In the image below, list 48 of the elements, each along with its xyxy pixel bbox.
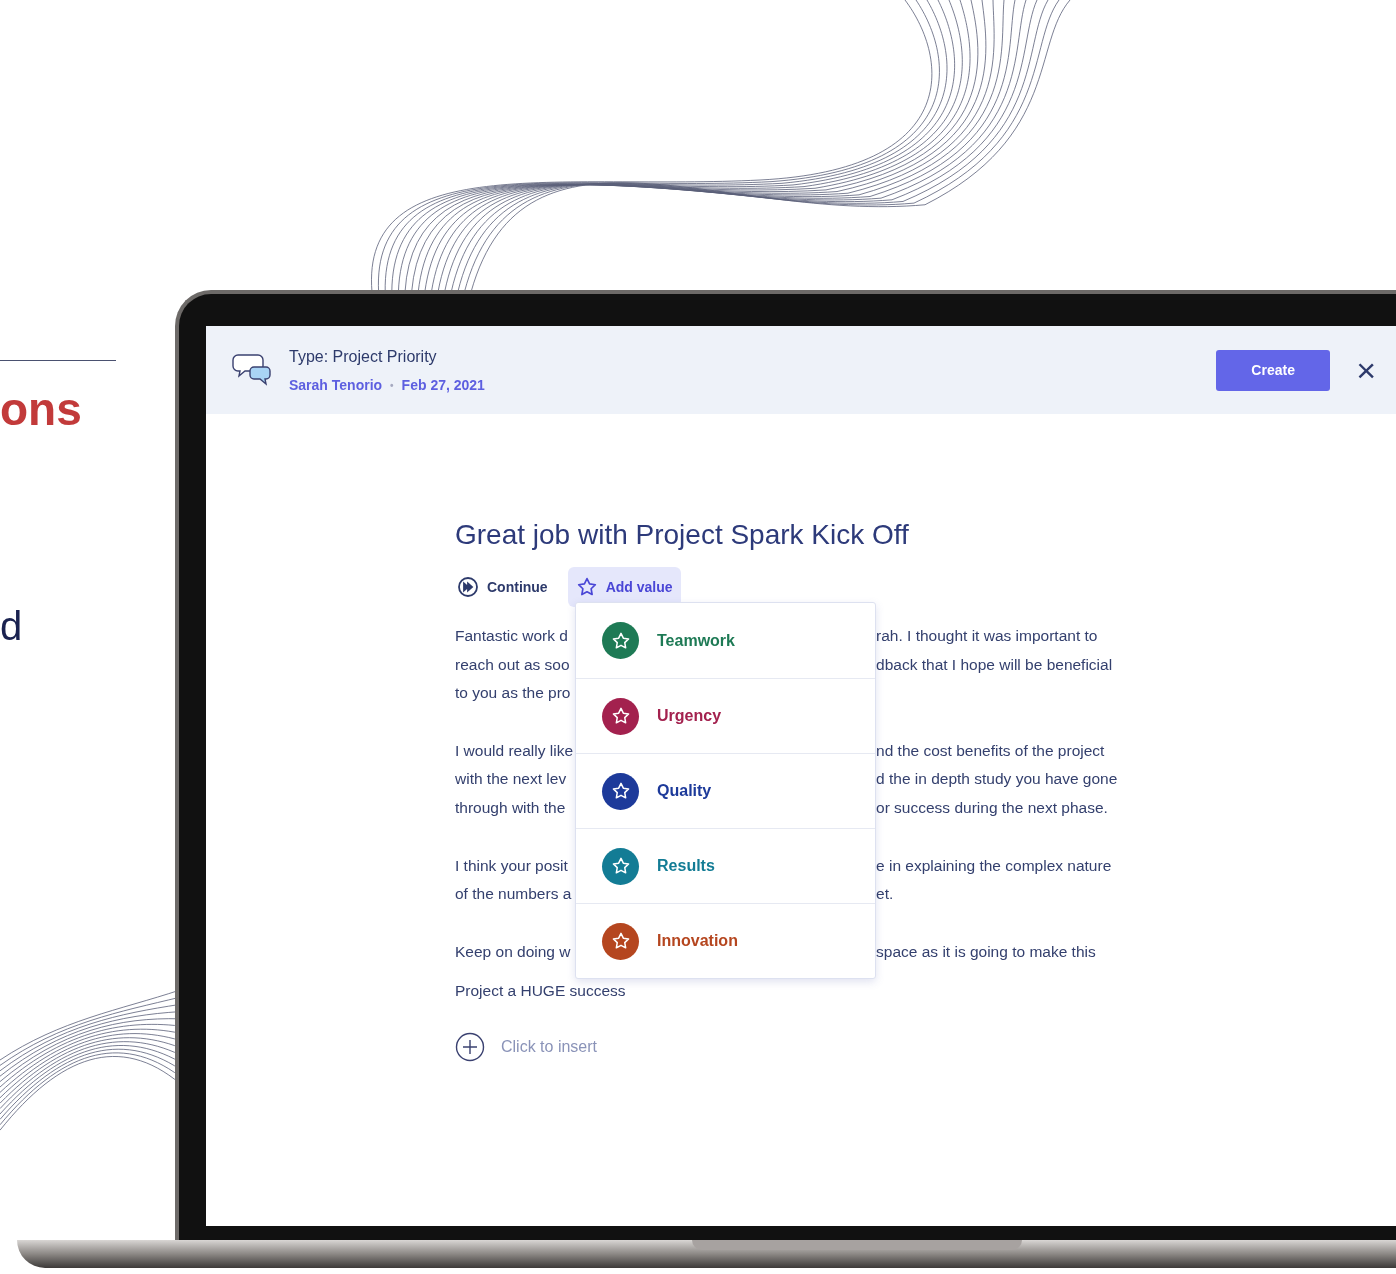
create-button[interactable]: Create bbox=[1216, 349, 1331, 391]
note-title: Great job with Project Spark Kick Off bbox=[455, 518, 910, 552]
value-menu-item[interactable]: Urgency bbox=[576, 678, 876, 753]
note-text-fragment: Keep on doing w bbox=[455, 942, 571, 960]
value-menu-item[interactable]: Innovation bbox=[576, 903, 876, 978]
note-text-fragment: nd the cost benefits of the project bbox=[876, 741, 1105, 759]
plus-circle-icon bbox=[455, 1031, 485, 1062]
note-text-fragment: space as it is going to make this bbox=[876, 942, 1096, 960]
note-text-fragment: with the next lev bbox=[455, 770, 567, 788]
value-label: Quality bbox=[657, 781, 712, 801]
star-icon bbox=[575, 576, 598, 598]
note-text-line: Project a HUGE success bbox=[455, 981, 626, 1001]
continue-button[interactable]: Continue bbox=[449, 567, 556, 607]
note-date: Feb 27, 2021 bbox=[401, 375, 485, 395]
star-icon bbox=[610, 630, 631, 651]
value-label: Results bbox=[657, 856, 715, 876]
author-name: Sarah Tenorio bbox=[289, 375, 383, 395]
star-icon bbox=[610, 706, 631, 726]
note-text-fragment: e in explaining the complex nature bbox=[876, 856, 1112, 874]
note-text-fragment: through with the bbox=[455, 799, 566, 817]
value-menu-item[interactable]: Results bbox=[576, 828, 876, 903]
note-text-fragment: I would really like bbox=[455, 741, 574, 759]
star-icon bbox=[610, 781, 631, 801]
add-value-button[interactable]: Add value bbox=[567, 567, 681, 607]
value-label: Teamwork bbox=[657, 630, 735, 651]
note-text-fragment: dback that I hope will be beneficial bbox=[876, 655, 1113, 673]
note-text-fragment: d the in depth study you have gone bbox=[876, 770, 1118, 788]
star-icon bbox=[610, 856, 631, 876]
note-text-fragment: Fantastic work d bbox=[455, 627, 568, 644]
close-button[interactable]: × bbox=[1356, 353, 1376, 387]
note-type-title: Type: Project Priority bbox=[289, 346, 438, 367]
text-fragment: d bbox=[0, 603, 24, 650]
note-text-fragment: I think your posit bbox=[455, 856, 568, 874]
chat-bubbles-icon bbox=[232, 352, 272, 388]
value-label: Urgency bbox=[657, 706, 722, 726]
star-icon bbox=[610, 931, 631, 951]
separator-dot: • bbox=[390, 378, 394, 393]
note-text-fragment: to you as the pro bbox=[455, 684, 571, 702]
heading-fragment: ons bbox=[0, 382, 83, 437]
note-text-fragment: of the numbers a bbox=[455, 885, 572, 903]
fast-forward-icon bbox=[457, 576, 479, 598]
note-text-fragment: or success during the next phase. bbox=[876, 799, 1108, 817]
note-text-fragment: rah. I thought it was important to bbox=[876, 627, 1098, 644]
note-text-fragment: reach out as soo bbox=[455, 655, 570, 673]
note-text-fragment: et. bbox=[876, 885, 894, 903]
value-menu-item[interactable]: Quality bbox=[576, 753, 876, 828]
value-label: Innovation bbox=[657, 931, 738, 951]
insert-button[interactable]: Click to insert bbox=[455, 1031, 598, 1062]
